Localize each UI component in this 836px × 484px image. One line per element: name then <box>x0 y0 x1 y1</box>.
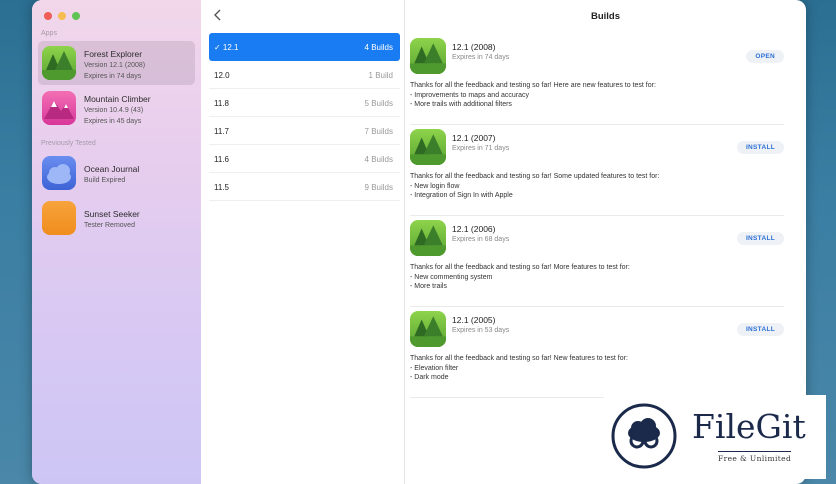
app-expiry: Expires in 74 days <box>84 73 142 80</box>
build-notes: Thanks for all the feedback and testing … <box>410 354 628 383</box>
app-status: Build Expired <box>84 177 126 184</box>
build-detail-2006: 12.1 (2006) Expires in 68 days INSTALL T… <box>410 216 784 307</box>
build-expiry: Expires in 68 days <box>452 236 510 243</box>
build-count: 9 Builds <box>364 183 393 192</box>
build-notes: Thanks for all the feedback and testing … <box>410 172 659 201</box>
forest-icon <box>410 220 446 256</box>
window-controls <box>44 12 80 20</box>
forest-icon <box>410 38 446 74</box>
build-version: 11.7 <box>214 127 229 136</box>
app-name: Sunset Seeker <box>84 209 140 219</box>
build-detail-2007: 12.1 (2007) Expires in 71 days INSTALL T… <box>410 125 784 216</box>
builds-list: ✓ 12.1 4 Builds 12.0 1 Build 11.8 5 Buil… <box>201 0 405 484</box>
sidebar-app-ocean-journal[interactable]: Ocean Journal Build Expired <box>38 151 195 195</box>
sidebar-app-mountain-climber[interactable]: Mountain Climber Version 10.4.9 (43) Exp… <box>38 86 195 130</box>
build-count: 4 Builds <box>364 43 393 52</box>
close-window-button[interactable] <box>44 12 52 20</box>
build-row-12-1[interactable]: ✓ 12.1 4 Builds <box>209 33 400 61</box>
build-version: 12.0 <box>214 71 230 80</box>
forest-icon <box>42 46 76 80</box>
forest-icon <box>410 129 446 165</box>
sunset-icon <box>42 201 76 235</box>
build-version: 11.6 <box>214 155 229 164</box>
notes-line: - Elevation filter <box>410 364 459 372</box>
previously-tested-section-label: Previously Tested <box>41 140 96 147</box>
back-button[interactable] <box>213 8 223 24</box>
forest-icon <box>410 311 446 347</box>
build-title: 12.1 (2005) <box>452 315 496 325</box>
build-title: 12.1 (2008) <box>452 42 496 52</box>
build-expiry: Expires in 53 days <box>452 327 510 334</box>
notes-line: - More trails with additional filters <box>410 101 512 108</box>
build-count: 1 Build <box>368 71 393 80</box>
build-detail-2008: 12.1 (2008) Expires in 74 days OPEN Than… <box>410 34 784 125</box>
filegit-watermark: FileGit Free & Unlimited <box>604 395 826 479</box>
build-title: 12.1 (2007) <box>452 133 496 143</box>
app-name: Ocean Journal <box>84 164 140 174</box>
minimize-window-button[interactable] <box>58 12 66 20</box>
build-row-11-7[interactable]: 11.7 7 Builds <box>209 117 400 145</box>
notes-line: - More trails <box>410 283 447 290</box>
build-row-11-5[interactable]: 11.5 9 Builds <box>209 173 400 201</box>
open-button[interactable]: OPEN <box>746 50 784 63</box>
install-button[interactable]: INSTALL <box>736 141 784 154</box>
install-button[interactable]: INSTALL <box>736 232 784 245</box>
build-version: 11.5 <box>214 183 229 192</box>
mountain-icon <box>42 91 76 125</box>
apps-section-label: Apps <box>41 30 57 37</box>
app-version: Version 12.1 (2008) <box>84 62 146 69</box>
notes-line: - Dark mode <box>410 374 449 381</box>
build-version: ✓ 12.1 <box>214 43 239 52</box>
notes-line: Thanks for all the feedback and testing … <box>410 264 630 271</box>
build-row-12-0[interactable]: 12.0 1 Build <box>209 61 400 89</box>
build-detail-2005: 12.1 (2005) Expires in 53 days INSTALL T… <box>410 307 784 398</box>
build-notes: Thanks for all the feedback and testing … <box>410 263 630 292</box>
app-status: Tester Removed <box>84 222 135 229</box>
build-row-11-6[interactable]: 11.6 4 Builds <box>209 145 400 173</box>
notes-line: - New commenting system <box>410 273 493 281</box>
app-name: Forest Explorer <box>84 49 143 59</box>
build-expiry: Expires in 71 days <box>452 145 510 152</box>
notes-line: Thanks for all the feedback and testing … <box>410 173 660 180</box>
build-notes: Thanks for all the feedback and testing … <box>410 81 656 110</box>
app-version: Version 10.4.9 (43) <box>84 107 144 114</box>
page-title: Builds <box>590 11 621 22</box>
chevron-left-icon <box>214 9 221 21</box>
build-version: 11.8 <box>214 99 229 108</box>
sidebar-app-forest-explorer[interactable]: Forest Explorer Version 12.1 (2008) Expi… <box>38 41 195 85</box>
sidebar: Apps Forest Explorer Version 12.1 (2008)… <box>32 0 201 484</box>
build-title: 12.1 (2006) <box>452 224 496 234</box>
app-name: Mountain Climber <box>84 94 151 104</box>
cloud-icon <box>42 156 76 190</box>
notes-line: - New login flow <box>410 182 460 190</box>
notes-line: - Improvements to maps and accuracy <box>410 91 530 99</box>
build-count: 5 Builds <box>364 99 393 108</box>
install-button[interactable]: INSTALL <box>736 323 784 336</box>
build-expiry: Expires in 74 days <box>452 54 510 61</box>
notes-line: - Integration of Sign In with Apple <box>410 192 513 199</box>
build-count: 4 Builds <box>364 155 393 164</box>
build-count: 7 Builds <box>364 127 393 136</box>
app-expiry: Expires in 45 days <box>84 118 142 125</box>
zoom-window-button[interactable] <box>72 12 80 20</box>
watermark-name: FileGit <box>692 407 806 446</box>
watermark-tagline: Free & Unlimited <box>718 451 792 463</box>
notes-line: Thanks for all the feedback and testing … <box>410 355 628 362</box>
sidebar-app-sunset-seeker[interactable]: Sunset Seeker Tester Removed <box>38 196 195 240</box>
filegit-logo-icon <box>611 403 677 469</box>
build-row-11-8[interactable]: 11.8 5 Builds <box>209 89 400 117</box>
notes-line: Thanks for all the feedback and testing … <box>410 82 656 89</box>
